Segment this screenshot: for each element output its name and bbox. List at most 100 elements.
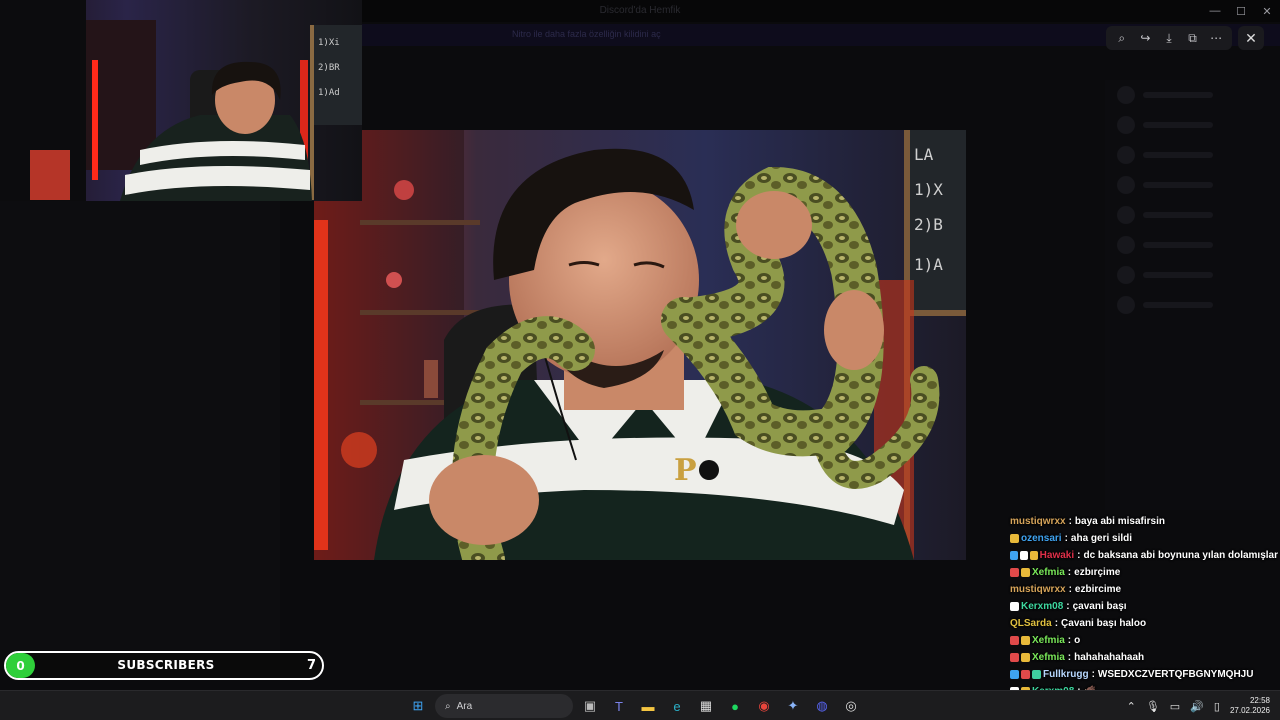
- more-icon[interactable]: ⋯: [1206, 28, 1226, 48]
- store-icon[interactable]: ▦: [694, 694, 718, 718]
- chat-text: o: [1074, 635, 1081, 646]
- chat-text: çavani başı: [1072, 601, 1127, 612]
- close-window-button[interactable]: ✕: [1254, 0, 1280, 22]
- search-icon: ⌕: [445, 700, 451, 712]
- chevron-up-icon[interactable]: ⌃: [1127, 700, 1136, 713]
- windows-start-icon[interactable]: ⊞: [406, 694, 430, 718]
- chat-badge-icon: [1010, 670, 1019, 679]
- svg-text:1)Ad: 1)Ad: [318, 88, 340, 98]
- chat-message: Hawaki: dc baksana abi boynuna yılan dola…: [1010, 547, 1278, 564]
- svg-text:2)B: 2)B: [914, 215, 943, 234]
- chat-username[interactable]: Xefmia: [1032, 564, 1065, 581]
- open-external-icon[interactable]: ⧉: [1183, 28, 1203, 48]
- svg-text:2)BR: 2)BR: [318, 63, 340, 73]
- window-controls: — ☐ ✕: [1202, 0, 1280, 22]
- taskbar-apps: ⊞ ⌕ Ara ▣ T ▬ e ▦ ● ◉ ✦ ◍ ◎: [406, 694, 863, 718]
- webcam-feed: 1)Xi 2)BR 1)Ad: [0, 0, 362, 201]
- subscribers-goal: 7: [306, 658, 316, 673]
- chat-text: baya abi misafirsin: [1074, 516, 1165, 527]
- svg-text:1)Xi: 1)Xi: [318, 38, 340, 48]
- chat-username[interactable]: Hawaki: [1040, 547, 1074, 564]
- taskbar-search[interactable]: ⌕ Ara: [435, 694, 573, 718]
- microphone-icon[interactable]: 🎙: [1146, 700, 1160, 713]
- chat-text: Çavani başı haloo: [1061, 618, 1147, 629]
- chat-message: ozensari: aha geri sildi: [1010, 530, 1278, 547]
- chat-badge-icon: [1021, 636, 1030, 645]
- chat-username[interactable]: QLSarda: [1010, 615, 1052, 632]
- app-icon[interactable]: ✦: [781, 694, 805, 718]
- taskbar: ⊞ ⌕ Ara ▣ T ▬ e ▦ ● ◉ ✦ ◍ ◎ ⌃ 🎙 ▭ 🔊 ▯ 22:58 27.02…: [0, 690, 1280, 720]
- chat-username[interactable]: Fullkrugg: [1043, 666, 1089, 683]
- chat-message: mustiqwrxx: ezbircime: [1010, 581, 1278, 598]
- spotify-icon[interactable]: ●: [723, 694, 747, 718]
- chat-username[interactable]: Xefmia: [1032, 632, 1065, 649]
- webcam-overlay: 1)Xi 2)BR 1)Ad: [0, 0, 362, 201]
- chat-badge-icon: [1010, 551, 1018, 560]
- subscribers-label: SUBSCRIBERS: [117, 658, 215, 672]
- nitro-banner-text: Nitro ile daha fazla özelliğin kilidini …: [512, 29, 661, 39]
- chat-separator: :: [1091, 669, 1095, 680]
- chat-separator: :: [1064, 533, 1068, 544]
- window-title: Discord'da Hemfik: [599, 5, 681, 16]
- battery-icon[interactable]: ▯: [1214, 700, 1220, 713]
- chat-badge-icon: [1021, 653, 1030, 662]
- discord-icon[interactable]: ◍: [810, 694, 834, 718]
- chat-badge-icon: [1032, 670, 1041, 679]
- volume-icon[interactable]: 🔊: [1190, 700, 1204, 713]
- viewed-image: LA 1)X 2)B 1)A P: [314, 130, 966, 560]
- chrome-icon[interactable]: ◉: [752, 694, 776, 718]
- chat-username[interactable]: Xefmia: [1032, 649, 1065, 666]
- chat-text: dc baksana abi boynuna yılan dolamışlar: [1083, 550, 1278, 561]
- chat-message: QLSarda: Çavani başı haloo: [1010, 615, 1278, 632]
- close-viewer-button[interactable]: ✕: [1238, 26, 1264, 50]
- chat-message: Xefmia: o: [1010, 632, 1278, 649]
- chat-separator: :: [1068, 516, 1072, 527]
- clock-time: 22:58: [1249, 696, 1270, 705]
- chat-separator: :: [1054, 618, 1059, 629]
- search-placeholder: Ara: [456, 700, 473, 712]
- channel-sidebar: [0, 200, 280, 650]
- download-icon[interactable]: ⤓: [1159, 28, 1179, 48]
- chat-username[interactable]: mustiqwrxx: [1010, 581, 1066, 598]
- chat-text: ezbırçime: [1074, 567, 1121, 578]
- chat-separator: :: [1067, 652, 1072, 663]
- system-tray: ⌃ 🎙 ▭ 🔊 ▯ 22:58 27.02.2026: [1127, 691, 1280, 720]
- chat-badge-icon: [1010, 602, 1019, 611]
- minimize-button[interactable]: —: [1202, 0, 1228, 22]
- chat-separator: :: [1067, 567, 1072, 578]
- snake-photo: LA 1)X 2)B 1)A P: [314, 130, 966, 560]
- chat-text: WSEDXCZVERTQFBGNYMQHJU: [1097, 669, 1254, 680]
- chat-text: ezbircime: [1074, 584, 1122, 595]
- teams-icon[interactable]: T: [607, 694, 631, 718]
- task-view-icon[interactable]: ▣: [578, 694, 602, 718]
- svg-text:1)A: 1)A: [914, 255, 943, 274]
- chat-separator: :: [1066, 601, 1070, 612]
- chat-overlay: mustiqwrxx: baya abi misafirsin ozensari: a…: [1010, 513, 1278, 717]
- clock-date: 27.02.2026: [1229, 706, 1270, 715]
- chat-separator: :: [1068, 584, 1072, 595]
- chat-username[interactable]: ozensari: [1021, 530, 1062, 547]
- subscribers-goal-bar: 0 SUBSCRIBERS 7: [4, 651, 324, 680]
- network-icon[interactable]: ▭: [1170, 700, 1180, 713]
- chat-badge-icon: [1021, 568, 1030, 577]
- edge-icon[interactable]: e: [665, 694, 689, 718]
- chat-separator: :: [1077, 550, 1081, 561]
- svg-text:1)X: 1)X: [914, 180, 943, 199]
- zoom-icon[interactable]: ⌕: [1112, 28, 1132, 48]
- svg-text:P: P: [674, 453, 697, 488]
- chat-username[interactable]: Kerxm08: [1021, 598, 1063, 615]
- maximize-button[interactable]: ☐: [1228, 0, 1254, 22]
- share-icon[interactable]: ↪: [1135, 28, 1155, 48]
- chat-message: Kerxm08: çavani başı: [1010, 598, 1278, 615]
- chat-badge-icon: [1010, 653, 1019, 662]
- file-explorer-icon[interactable]: ▬: [636, 694, 660, 718]
- chat-message: Xefmia: hahahahahaah: [1010, 649, 1278, 666]
- chat-message: Fullkrugg: WSEDXCZVERTQFBGNYMQHJU: [1010, 666, 1278, 683]
- chat-badge-icon: [1010, 534, 1019, 543]
- svg-text:LA: LA: [914, 145, 934, 164]
- subscribers-current: 0: [6, 653, 35, 678]
- chat-badge-icon: [1021, 670, 1030, 679]
- chat-username[interactable]: mustiqwrxx: [1010, 513, 1066, 530]
- obs-icon[interactable]: ◎: [839, 694, 863, 718]
- clock[interactable]: 22:58 27.02.2026: [1230, 696, 1270, 716]
